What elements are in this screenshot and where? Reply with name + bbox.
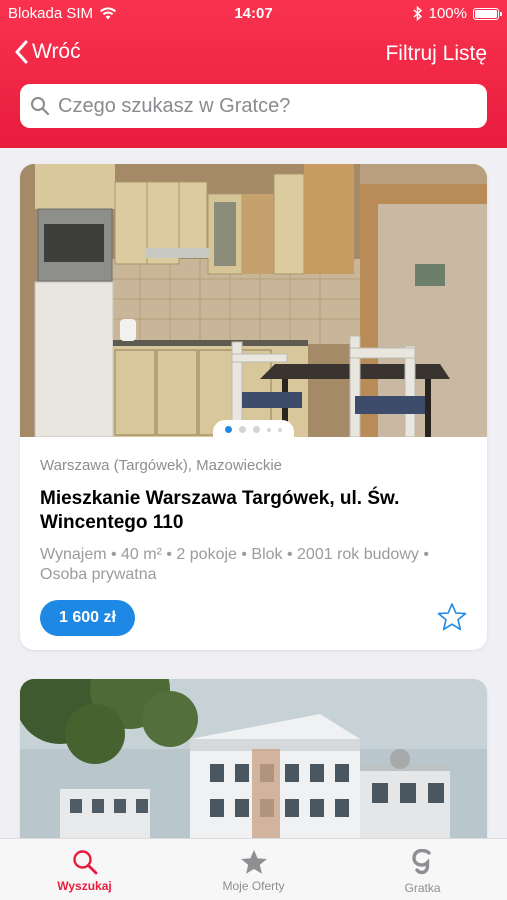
star-outline-icon <box>437 603 467 631</box>
battery-percent: 100% <box>428 5 467 22</box>
header: Blokada SIM 14:07 100% Wróć Filtruj List… <box>0 0 507 148</box>
tab-gratka[interactable]: Gratka <box>338 839 507 900</box>
page-dot <box>278 427 282 432</box>
tab-search[interactable]: Wyszukaj <box>0 839 169 900</box>
page-dot-active <box>225 426 232 433</box>
back-label: Wróć <box>32 40 81 63</box>
price-badge: 1 600 zł <box>40 600 135 636</box>
gratka-logo-icon <box>411 849 431 875</box>
search-icon <box>31 97 50 116</box>
battery-icon <box>473 7 502 20</box>
tab-bar: Wyszukaj Moje Oferty Gratka <box>0 838 507 900</box>
listing-photo[interactable] <box>20 164 487 437</box>
tab-my-offers[interactable]: Moje Oferty <box>169 839 338 900</box>
status-bar: Blokada SIM 14:07 100% <box>0 0 507 28</box>
back-button[interactable]: Wróć <box>14 40 81 64</box>
listing-card[interactable]: Warszawa (Targówek), Mazowieckie Mieszka… <box>20 164 487 650</box>
page-dot <box>253 426 260 433</box>
page-dot <box>267 427 271 432</box>
listing-details: Wynajem • 40 m² • 2 pokoje • Blok • 2001… <box>40 546 429 583</box>
tab-label: Moje Oferty <box>222 879 285 893</box>
chevron-left-icon <box>15 40 28 64</box>
star-icon <box>240 850 267 874</box>
listing-title[interactable]: Mieszkanie Warszawa Targówek, ul. Św. Wi… <box>40 487 467 535</box>
tab-label: Gratka <box>404 881 441 895</box>
nav-bar: Wróć Filtruj Listę <box>0 32 507 76</box>
photo-pagination[interactable] <box>20 420 487 437</box>
building-photo <box>20 679 487 839</box>
search-bar[interactable] <box>20 84 487 128</box>
favorite-button[interactable] <box>437 602 467 637</box>
filter-list-button[interactable]: Filtruj Listę <box>385 42 487 66</box>
search-icon <box>72 850 97 875</box>
page-dot <box>239 426 246 433</box>
listing-location: Warszawa (Targówek), Mazowieckie <box>40 457 283 474</box>
search-input[interactable] <box>58 94 487 118</box>
bluetooth-icon <box>413 6 422 21</box>
tab-label: Wyszukaj <box>57 879 112 893</box>
kitchen-photo <box>20 164 487 437</box>
